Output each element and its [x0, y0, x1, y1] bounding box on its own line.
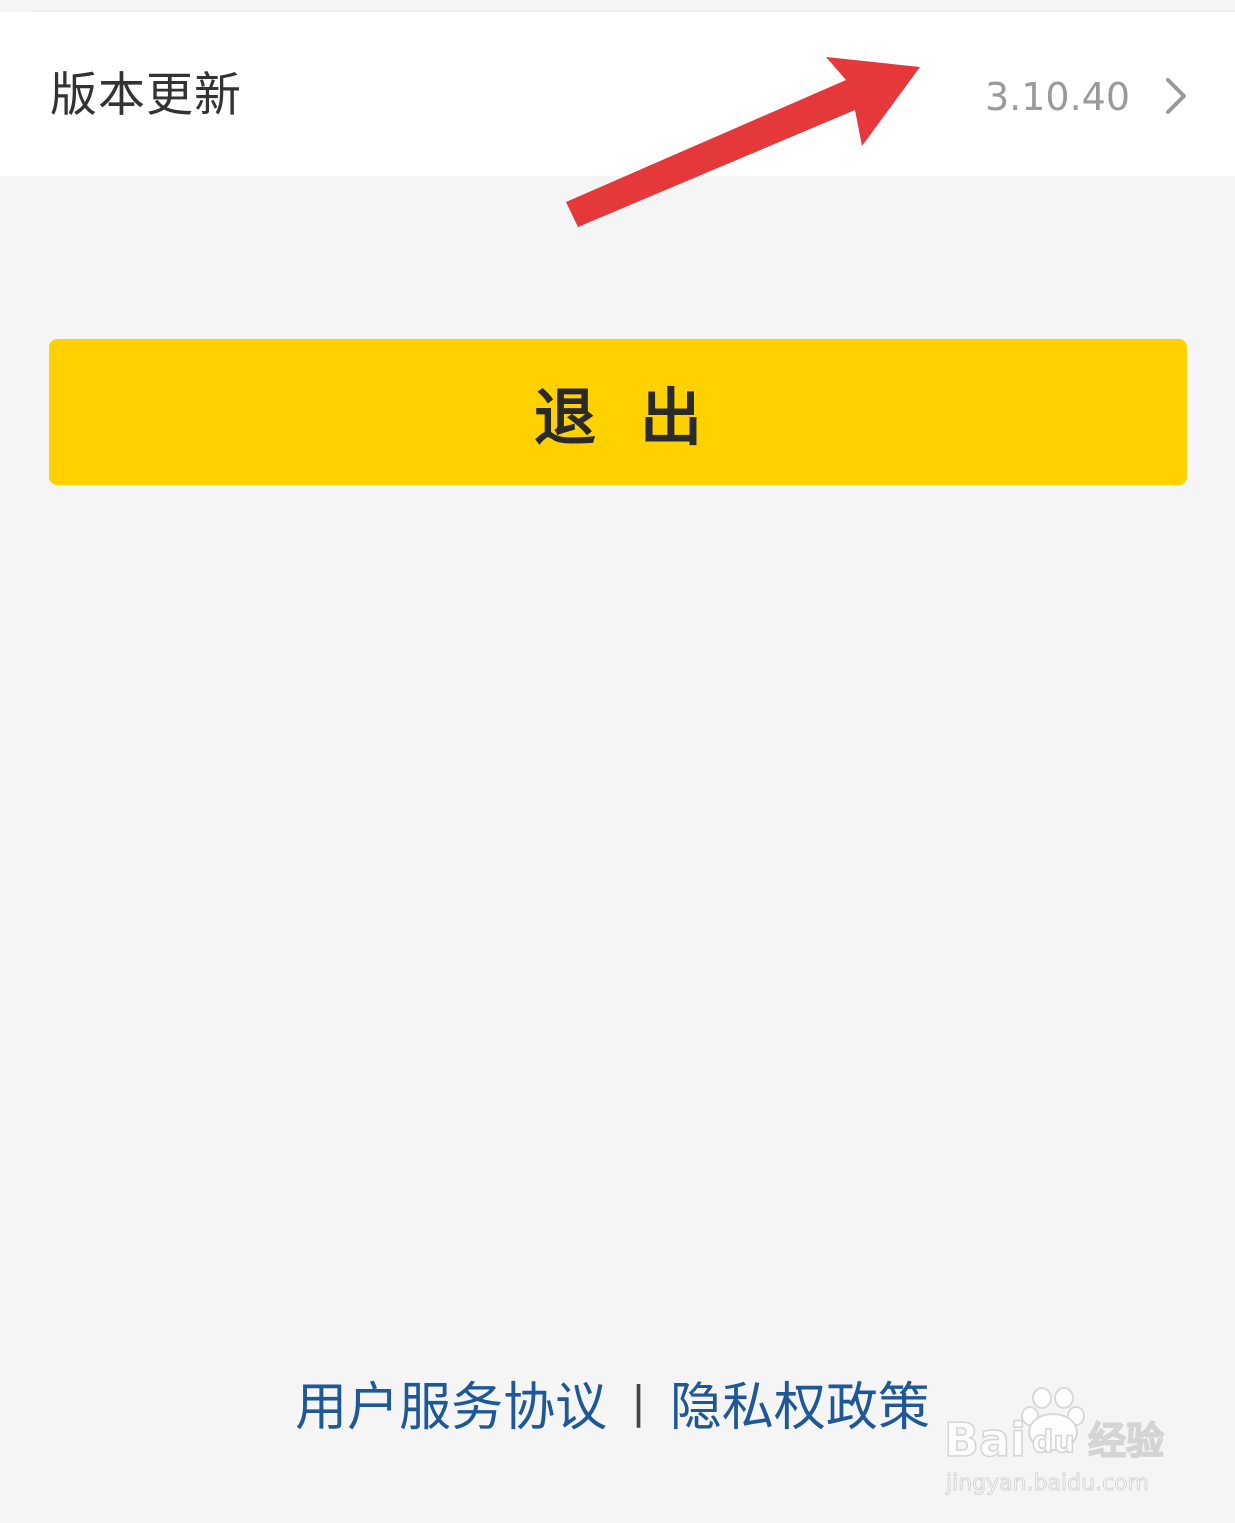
version-update-label: 版本更新 [50, 68, 242, 123]
baidu-watermark-logo: Bai du 经验 jingyan.baidu.com [944, 1387, 1165, 1497]
logout-button[interactable]: 退出 [49, 339, 1187, 485]
footer-separator: | [631, 1376, 646, 1428]
user-agreement-link[interactable]: 用户服务协议 [295, 1365, 607, 1440]
red-arrow-icon [566, 57, 920, 227]
svg-text:经验: 经验 [1088, 1419, 1164, 1463]
privacy-policy-link[interactable]: 隐私权政策 [670, 1365, 930, 1440]
svg-text:Bai: Bai [944, 1413, 1026, 1467]
logout-label: 退出 [533, 381, 746, 454]
svg-text:jingyan.baidu.com: jingyan.baidu.com [945, 1471, 1149, 1496]
svg-text:du: du [1032, 1425, 1075, 1460]
version-number: 3.10.40 [984, 75, 1130, 119]
chevron-right-icon[interactable] [1156, 74, 1196, 118]
